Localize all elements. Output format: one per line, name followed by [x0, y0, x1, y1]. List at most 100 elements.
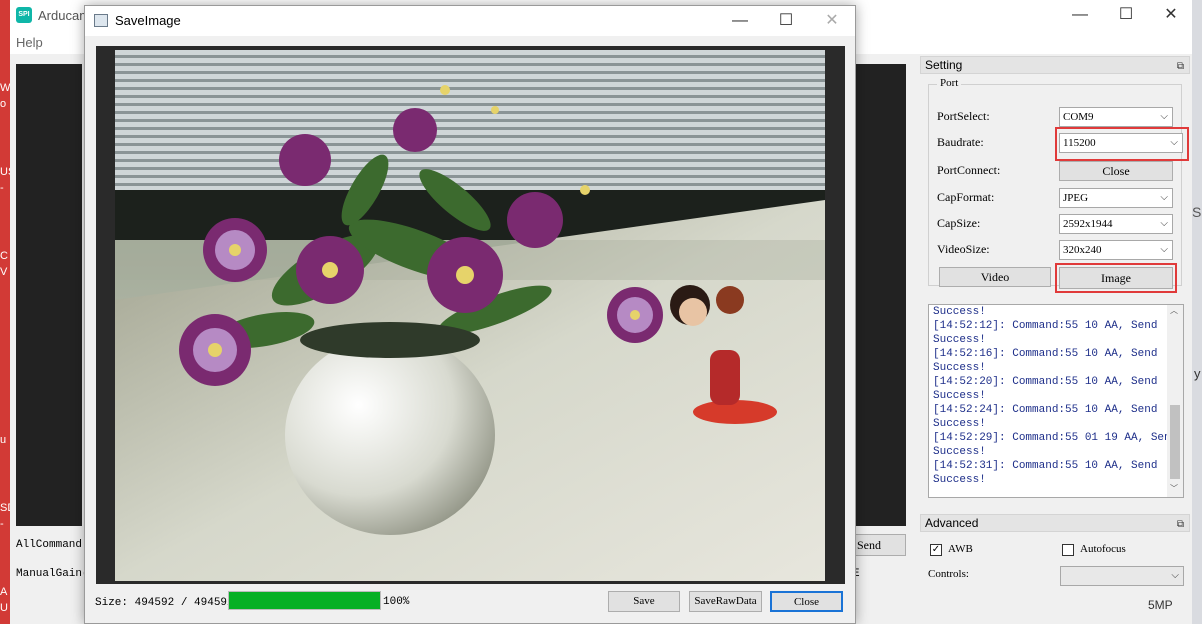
log-line: Success!	[933, 334, 986, 346]
menu-help[interactable]: Help	[16, 35, 43, 50]
edge-fragment: S	[1192, 204, 1202, 220]
log-line: [14:52:29]: Command:55 01 19 AA, Send	[933, 432, 1178, 444]
awb-label: AWB	[948, 543, 973, 555]
log-line: [14:52:24]: Command:55 10 AA, Send	[933, 404, 1158, 416]
dialog-close-action-button[interactable]: Close	[770, 591, 843, 612]
capsize-combo[interactable]: 2592x1944 ⌵	[1059, 214, 1173, 234]
capsize-value: 2592x1944	[1063, 218, 1113, 230]
send-button[interactable]: Send	[848, 534, 906, 556]
progress-text: 100%	[383, 596, 410, 608]
chevron-down-icon: ⌵	[1171, 570, 1179, 581]
dialog-bottom-bar: Size: 494592 / 494592 100% Save SaveRawD…	[85, 588, 855, 622]
advanced-title: Advanced ⧉	[920, 514, 1190, 532]
save-button[interactable]: Save	[608, 591, 680, 612]
desktop-fragment: U	[0, 602, 8, 614]
log-line: [14:52:12]: Command:55 10 AA, Send	[933, 320, 1158, 332]
desktop-fragment: -	[0, 182, 4, 194]
setting-title-text: Setting	[925, 58, 963, 72]
main-close-button[interactable]: ✕	[1148, 0, 1194, 32]
captured-photo-drawing	[115, 50, 825, 581]
allcommand-label: AllCommand:	[16, 539, 89, 551]
desktop-right-edge	[1192, 0, 1202, 624]
video-button[interactable]: Video	[939, 267, 1051, 287]
portselect-combo[interactable]: COM9 ⌵	[1059, 107, 1173, 127]
main-maximize-button[interactable]: ☐	[1103, 0, 1149, 32]
baudrate-label: Baudrate:	[937, 135, 984, 149]
videosize-value: 320x240	[1063, 244, 1102, 256]
captured-photo	[115, 50, 825, 581]
desktop-fragment: A	[0, 586, 8, 598]
log-line: Success!	[933, 390, 986, 402]
video-preview-area-right	[856, 64, 906, 526]
dialog-titlebar: SaveImage — ☐ ✕	[85, 6, 855, 36]
image-button[interactable]: Image	[1059, 267, 1173, 289]
desktop-fragment: o	[0, 98, 7, 110]
autofocus-checkbox[interactable]	[1062, 544, 1074, 556]
dialog-title: SaveImage	[115, 13, 181, 28]
port-group-title: Port	[937, 77, 962, 89]
log-scroll-thumb[interactable]	[1170, 405, 1180, 479]
desktop-fragment: -	[0, 518, 4, 530]
port-close-button[interactable]: Close	[1059, 161, 1173, 181]
resolution-status: 5MP	[1148, 598, 1173, 612]
advanced-title-text: Advanced	[925, 516, 979, 530]
baudrate-value: 115200	[1063, 137, 1096, 149]
dialog-close-button[interactable]: ✕	[809, 6, 855, 36]
dialog-minimize-button[interactable]: —	[717, 6, 763, 36]
chevron-down-icon: ⌵	[1160, 111, 1168, 122]
log-line: [14:52:31]: Command:55 10 AA, Send	[933, 460, 1158, 472]
capformat-combo[interactable]: JPEG ⌵	[1059, 188, 1173, 208]
portconnect-label: PortConnect:	[937, 163, 1001, 177]
videosize-combo[interactable]: 320x240 ⌵	[1059, 240, 1173, 260]
log-line: Success!	[933, 446, 986, 458]
desktop-fragment: C	[0, 250, 8, 262]
captured-image-frame	[96, 46, 845, 584]
desktop-fragment: Wi	[0, 82, 10, 94]
baudrate-combo[interactable]: 115200 ⌵	[1059, 133, 1183, 153]
image-window-icon	[94, 14, 108, 27]
capformat-value: JPEG	[1063, 192, 1089, 204]
awb-checkbox[interactable]: ✓	[930, 544, 942, 556]
desktop-fragment: US	[0, 166, 10, 178]
portselect-value: COM9	[1063, 111, 1094, 123]
setting-panel: Setting ⧉ Port PortSelect: COM9 ⌵ Baudra…	[920, 56, 1190, 504]
videosize-label: VideoSize:	[937, 242, 990, 256]
controls-combo[interactable]: ⌵	[1060, 566, 1184, 586]
dock-float-icon[interactable]: ⧉	[1177, 59, 1184, 75]
log-line: Success!	[933, 306, 986, 318]
scroll-down-icon[interactable]: ﹀	[1170, 483, 1178, 494]
controls-label: Controls:	[928, 568, 969, 580]
desktop-fragment: SD	[0, 502, 10, 514]
log-output[interactable]: Success! [14:52:12]: Command:55 10 AA, Se…	[928, 304, 1184, 498]
log-line: Success!	[933, 418, 986, 430]
log-line: Success!	[933, 474, 986, 486]
desktop-fragment: u	[0, 434, 7, 446]
chevron-down-icon: ⌵	[1170, 137, 1178, 148]
autofocus-label: Autofocus	[1080, 543, 1126, 555]
main-window-title: Arducam	[38, 8, 91, 23]
saverawdata-button[interactable]: SaveRawData	[689, 591, 762, 612]
log-lines: Success! [14:52:12]: Command:55 10 AA, Se…	[929, 305, 1183, 487]
video-preview-area	[16, 64, 82, 526]
check-icon: ✓	[931, 544, 941, 555]
capformat-label: CapFormat:	[937, 190, 995, 204]
capsize-label: CapSize:	[937, 216, 981, 230]
size-label: Size: 494592 / 494592	[95, 597, 234, 609]
log-line: Success!	[933, 362, 986, 374]
advanced-panel: Advanced ⧉ ✓ AWB Autofocus Controls: ⌵ 5…	[920, 514, 1190, 624]
main-minimize-button[interactable]: —	[1057, 0, 1103, 32]
dialog-maximize-button[interactable]: ☐	[763, 6, 809, 36]
chevron-down-icon: ⌵	[1160, 218, 1168, 229]
setting-title: Setting ⧉	[920, 56, 1190, 74]
portselect-label: PortSelect:	[937, 109, 990, 123]
log-line: [14:52:20]: Command:55 10 AA, Send	[933, 376, 1158, 388]
saveimage-dialog: SaveImage — ☐ ✕ Size: 494592 / 494592 10…	[84, 5, 856, 624]
desktop-fragment: V	[0, 266, 8, 278]
scroll-up-icon[interactable]: ︿	[1170, 305, 1178, 316]
log-line: [14:52:16]: Command:55 10 AA, Send	[933, 348, 1158, 360]
desktop-left-edge: Wi o US - C V u SD - A U	[0, 0, 10, 624]
dock-float-icon[interactable]: ⧉	[1177, 517, 1184, 533]
log-scrollbar[interactable]: ︿ ﹀	[1167, 305, 1183, 497]
port-groupbox: Port PortSelect: COM9 ⌵ Baudrate: 115200…	[928, 77, 1189, 293]
manualgain-label: ManualGain(	[16, 568, 89, 580]
